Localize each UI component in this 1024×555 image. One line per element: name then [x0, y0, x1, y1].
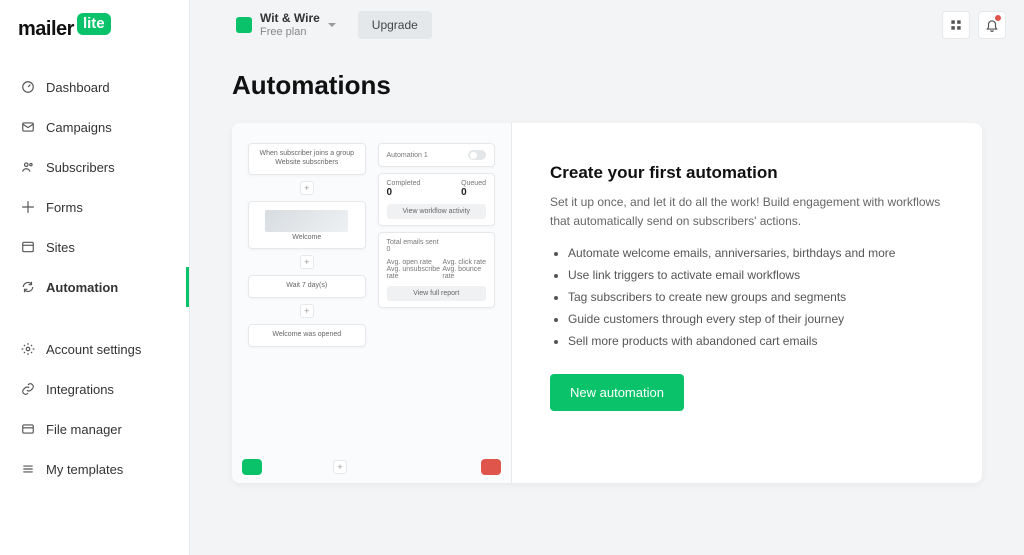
intro-bullet: Guide customers through every step of th… — [568, 312, 944, 326]
account-avatar-icon — [236, 17, 252, 33]
sparkle-icon — [20, 199, 36, 215]
bounce-rate-label: Avg. bounce rate — [442, 266, 486, 280]
nav-separator — [0, 307, 189, 329]
notification-dot-icon — [995, 15, 1001, 21]
sidebar-item-templates[interactable]: My templates — [0, 449, 189, 489]
account-plan: Free plan — [260, 26, 320, 38]
mail-icon — [20, 119, 36, 135]
workflow-preview: When subscriber joins a group Website su… — [232, 123, 512, 483]
sidebar-item-sites[interactable]: Sites — [0, 227, 189, 267]
new-automation-button[interactable]: New automation — [550, 374, 684, 411]
workflow-stats-counts: Completed0 Queued0 View workflow activit… — [378, 173, 496, 226]
upgrade-button[interactable]: Upgrade — [358, 11, 432, 39]
topbar: Wit & Wire Free plan Upgrade — [190, 0, 1024, 50]
apps-button[interactable] — [942, 11, 970, 39]
sidebar-item-integrations[interactable]: Integrations — [0, 369, 189, 409]
chevron-down-icon — [328, 23, 336, 27]
sidebar: mailer lite Dashboard Campaigns Subscrib… — [0, 0, 190, 555]
sidebar-item-label: Sites — [46, 240, 75, 255]
unsub-rate-label: Avg. unsubscribe rate — [387, 266, 443, 280]
empty-state-content: Create your first automation Set it up o… — [512, 123, 982, 483]
plus-icon: + — [300, 255, 314, 269]
sidebar-item-label: Integrations — [46, 382, 114, 397]
workflow-stats-rates: Total emails sent 0 Avg. open rate Avg. … — [378, 232, 496, 308]
workflow-wait-step: Wait 7 day(s) — [248, 275, 366, 298]
sidebar-item-label: Account settings — [46, 342, 141, 357]
notifications-button[interactable] — [978, 11, 1006, 39]
view-activity-button: View workflow activity — [387, 204, 487, 219]
queued-label: Queued — [461, 180, 486, 187]
gauge-icon — [20, 79, 36, 95]
open-rate-label: Avg. open rate — [387, 259, 432, 266]
intro-bullet: Sell more products with abandoned cart e… — [568, 334, 944, 348]
completed-label: Completed — [387, 180, 421, 187]
intro-heading: Create your first automation — [550, 163, 944, 183]
page-title: Automations — [232, 70, 982, 101]
workflow-flow-column: When subscriber joins a group Website su… — [248, 143, 366, 473]
queued-value: 0 — [461, 187, 486, 198]
users-icon — [20, 159, 36, 175]
sidebar-item-subscribers[interactable]: Subscribers — [0, 147, 189, 187]
workflow-step-label: Welcome — [255, 234, 359, 243]
intro-bullet: Use link triggers to activate email work… — [568, 268, 944, 282]
preview-no-chip-icon — [481, 459, 501, 475]
workflow-email-step: Welcome — [248, 201, 366, 250]
sidebar-item-label: Dashboard — [46, 80, 110, 95]
sidebar-item-label: Forms — [46, 200, 83, 215]
apps-grid-icon — [949, 18, 963, 32]
total-sent-value: 0 — [387, 246, 487, 253]
sidebar-item-campaigns[interactable]: Campaigns — [0, 107, 189, 147]
plus-icon: + — [333, 460, 347, 474]
intro-body: Set it up once, and let it do all the wo… — [550, 193, 944, 230]
brand-word: mailer — [18, 18, 74, 41]
view-report-button: View full report — [387, 286, 487, 301]
sidebar-item-label: My templates — [46, 462, 123, 477]
sidebar-nav-primary: Dashboard Campaigns Subscribers Forms Si… — [0, 67, 189, 307]
sidebar-item-automation[interactable]: Automation — [0, 267, 189, 307]
sidebar-item-dashboard[interactable]: Dashboard — [0, 67, 189, 107]
sidebar-item-label: File manager — [46, 422, 122, 437]
workflow-condition-step: Welcome was opened — [248, 324, 366, 347]
sidebar-item-label: Automation — [46, 280, 118, 295]
brand-badge: lite — [77, 13, 111, 35]
account-name: Wit & Wire — [260, 12, 320, 25]
brand-logo: mailer lite — [0, 18, 189, 67]
folder-icon — [20, 421, 36, 437]
sidebar-item-filemanager[interactable]: File manager — [0, 409, 189, 449]
total-sent-label: Total emails sent — [387, 239, 487, 246]
account-switcher[interactable]: Wit & Wire Free plan — [232, 8, 340, 41]
sidebar-item-label: Subscribers — [46, 160, 115, 175]
sidebar-item-account[interactable]: Account settings — [0, 329, 189, 369]
link-icon — [20, 381, 36, 397]
refresh-icon — [20, 279, 36, 295]
workflow-stats-header: Automation 1 — [378, 143, 496, 167]
intro-bullet: Automate welcome emails, anniversaries, … — [568, 246, 944, 260]
main-content: Automations When subscriber joins a grou… — [190, 50, 1024, 555]
intro-bullet: Tag subscribers to create new groups and… — [568, 290, 944, 304]
sidebar-item-forms[interactable]: Forms — [0, 187, 189, 227]
topbar-actions — [942, 11, 1006, 39]
workflow-stats-column: Automation 1 Completed0 Queued0 View wor… — [378, 143, 496, 473]
click-rate-label: Avg. click rate — [443, 259, 486, 266]
toggle-icon — [468, 150, 486, 160]
sidebar-nav-secondary: Account settings Integrations File manag… — [0, 329, 189, 489]
workflow-stats-title: Automation 1 — [387, 152, 428, 159]
email-thumbnail-icon — [265, 210, 348, 232]
plus-icon: + — [300, 181, 314, 195]
window-icon — [20, 239, 36, 255]
workflow-trigger-step: When subscriber joins a group Website su… — [248, 143, 366, 175]
preview-footer: + — [242, 459, 501, 475]
gear-icon — [20, 341, 36, 357]
stack-icon — [20, 461, 36, 477]
preview-yes-chip-icon — [242, 459, 262, 475]
intro-bullets: Automate welcome emails, anniversaries, … — [568, 246, 944, 348]
plus-icon: + — [300, 304, 314, 318]
account-text: Wit & Wire Free plan — [260, 12, 320, 37]
empty-state-card: When subscriber joins a group Website su… — [232, 123, 982, 483]
completed-value: 0 — [387, 187, 421, 198]
sidebar-item-label: Campaigns — [46, 120, 112, 135]
